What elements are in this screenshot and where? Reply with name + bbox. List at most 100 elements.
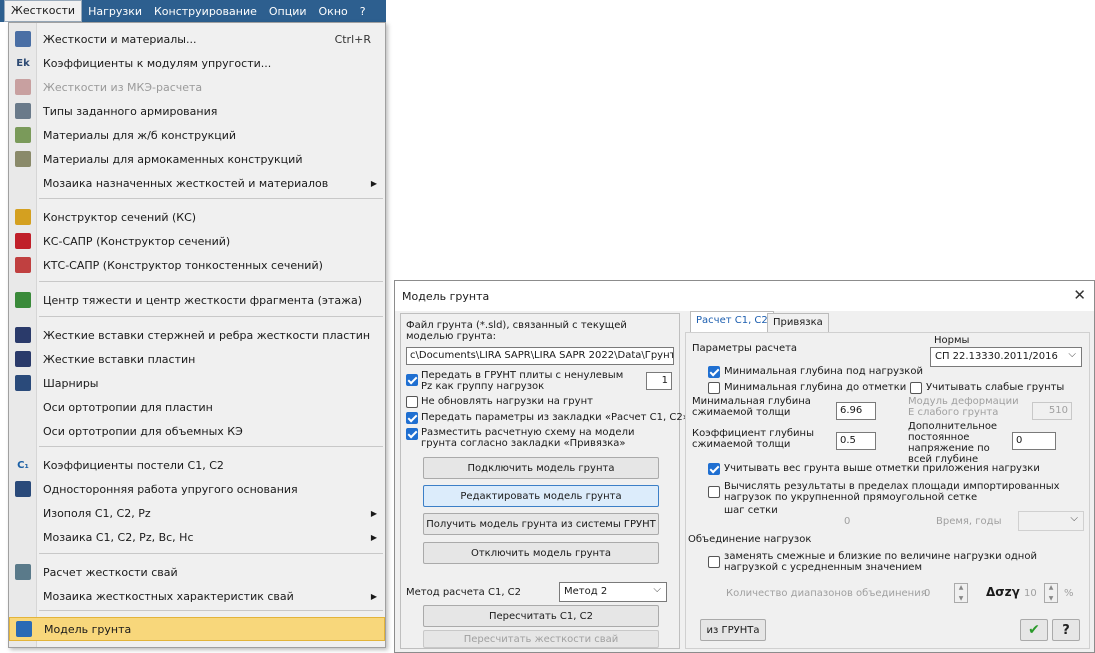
params-checkbox[interactable]: [406, 412, 418, 424]
left-panel: Файл грунта (*.sld), связанный с текущей…: [400, 313, 689, 649]
menu-loads[interactable]: Нагрузки: [82, 3, 148, 20]
menu-separator: [39, 316, 383, 317]
menu-item[interactable]: Жесткости из МКЭ-расчета: [9, 75, 385, 99]
down-icon: ▼: [958, 595, 964, 602]
icon-glyph: [15, 233, 31, 249]
menu-item[interactable]: Ek Коэффициенты к модулям упругости...: [9, 51, 385, 75]
icon-glyph: [15, 79, 31, 95]
min-depth-load-checkbox[interactable]: [708, 366, 720, 378]
norms-select[interactable]: СП 22.13330.2011/2016 ⌵: [930, 347, 1082, 367]
file-path-field[interactable]: c\Documents\LIRA SAPR\LIRA SAPR 2022\Dat…: [406, 347, 674, 365]
tab-binding[interactable]: Привязка: [767, 313, 829, 333]
extra-stress-field[interactable]: 0: [1012, 432, 1056, 450]
calc-params-label: Параметры расчета: [692, 343, 798, 354]
from-grunt-button[interactable]: из ГРУНТа: [700, 619, 766, 641]
depth-coef-field[interactable]: 0.5: [836, 432, 876, 450]
menu-item-label: Конструктор сечений (КС): [43, 210, 197, 224]
depth-coef-label: Коэффициент глубины сжимаемой толщи: [692, 428, 814, 450]
pile-stiffness-icon: [9, 564, 37, 580]
icon-glyph: [15, 257, 31, 273]
recalc-button[interactable]: Пересчитать С1, С2: [423, 605, 659, 627]
sigma-spinner[interactable]: ▲ ▼: [1044, 583, 1058, 603]
compute-area-checkbox[interactable]: [708, 486, 720, 498]
min-depth-load-label: Минимальная глубина под нагрузкой: [724, 366, 923, 377]
get-model-button[interactable]: Получить модель грунта из системы ГРУНТ: [423, 513, 659, 535]
transfer-group-field[interactable]: 1: [646, 372, 672, 390]
chevron-down-icon: ⌵: [1068, 349, 1076, 360]
down-icon: ▼: [1048, 595, 1054, 602]
menu-item[interactable]: Центр тяжести и центр жесткости фрагмент…: [9, 288, 385, 312]
min-depth-mark-checkbox[interactable]: [708, 382, 720, 394]
rigid-insert-plate-icon: [9, 351, 37, 367]
menu-item[interactable]: Шарниры: [9, 371, 385, 395]
menu-item[interactable]: Мозаика С1, С2, Pz, Bc, Hc ▶: [9, 525, 385, 549]
menu-item-label: Оси ортотропии для пластин: [43, 400, 213, 414]
menu-item[interactable]: Мозаика назначенных жесткостей и материа…: [9, 171, 385, 195]
file-label: Файл грунта (*.sld), связанный с текущей…: [406, 320, 627, 342]
menu-stiffness[interactable]: Жесткости: [4, 0, 83, 22]
menu-item[interactable]: Жесткие вставки пластин: [9, 347, 385, 371]
replace-checkbox[interactable]: [708, 556, 720, 568]
menu-window[interactable]: Окно: [313, 3, 354, 20]
ek-icon: Ek: [16, 57, 30, 69]
connect-button[interactable]: Подключить модель грунта: [423, 457, 659, 479]
recalc-piles-button[interactable]: Пересчитать жесткости свай: [423, 630, 659, 648]
disconnect-button[interactable]: Отключить модель грунта: [423, 542, 659, 564]
icon-glyph: [15, 292, 31, 308]
menu-item[interactable]: Модель грунта: [9, 617, 385, 641]
menu-item[interactable]: Жесткие вставки стержней и ребра жесткос…: [9, 323, 385, 347]
ranges-spinner[interactable]: ▲ ▼: [954, 583, 968, 603]
menu-item[interactable]: Материалы для ж/б конструкций: [9, 123, 385, 147]
menu-item[interactable]: КТС-САПР (Конструктор тонкостенных сечен…: [9, 253, 385, 277]
method-label: Метод расчета С1, С2: [406, 587, 522, 598]
menu-item-shortcut: Ctrl+R: [334, 32, 371, 46]
menu-item[interactable]: Типы заданного армирования: [9, 99, 385, 123]
ok-button[interactable]: ✔: [1020, 619, 1048, 641]
menu-item-label: Материалы для ж/б конструкций: [43, 128, 237, 142]
close-icon[interactable]: ✕: [1073, 286, 1086, 304]
menu-item[interactable]: Изополя С1, С2, Pz ▶: [9, 501, 385, 525]
edit-button[interactable]: Редактировать модель грунта: [423, 485, 659, 507]
menu-item[interactable]: Конструктор сечений (КС): [9, 205, 385, 229]
transfer-checkbox[interactable]: [406, 374, 418, 386]
menu-options[interactable]: Опции: [263, 3, 313, 20]
icon-glyph: [15, 351, 31, 367]
sigma-value: 10: [1024, 588, 1037, 599]
submenu-arrow-icon: ▶: [370, 178, 377, 188]
sigma-unit: %: [1064, 588, 1074, 599]
merge-title: Объединение нагрузок: [688, 534, 812, 545]
menu-item[interactable]: Оси ортотропии для пластин: [9, 395, 385, 419]
method-select[interactable]: Метод 2 ⌵: [559, 582, 667, 602]
bedding-coef-icon: C₁: [17, 459, 29, 471]
menu-design[interactable]: Конструирование: [148, 3, 263, 20]
menu-item-label: Жесткости и материалы...: [43, 32, 197, 46]
menu-item[interactable]: КС-САПР (Конструктор сечений): [9, 229, 385, 253]
submenu-arrow-icon: ▶: [370, 532, 377, 542]
noupdate-checkbox[interactable]: [406, 396, 418, 408]
menu-item[interactable]: Материалы для армокаменных конструкций: [9, 147, 385, 171]
menu-item-label: Типы заданного армирования: [43, 104, 218, 118]
menu-item[interactable]: C₁ Коэффициенты постели С1, С2: [9, 453, 385, 477]
menu-item[interactable]: Жесткости и материалы... Ctrl+R: [9, 27, 385, 51]
extra-stress-label: Дополнительное постоянное напряжение по …: [908, 421, 998, 465]
menu-item-label: Расчет жесткости свай: [43, 565, 178, 579]
soil-model-dialog: Модель грунта ✕ Файл грунта (*.sld), свя…: [394, 280, 1095, 653]
modulus-field[interactable]: 510: [1032, 402, 1072, 420]
min-depth-field[interactable]: 6.96: [836, 402, 876, 420]
soil-weight-checkbox[interactable]: [708, 463, 720, 475]
menu-help[interactable]: ?: [354, 3, 372, 20]
time-select[interactable]: ⌵: [1018, 511, 1084, 531]
menu-item-label: Оси ортотропии для объемных КЭ: [43, 424, 243, 438]
weak-soils-checkbox[interactable]: [910, 382, 922, 394]
min-depth-mark-label: Минимальная глубина до отметки: [724, 382, 907, 393]
tab-calc[interactable]: Расчет С1, С2: [690, 311, 774, 333]
menu-item[interactable]: Односторонняя работа упругого основания: [9, 477, 385, 501]
menu-item[interactable]: Мозаика жесткостных характеристик свай ▶: [9, 584, 385, 608]
menu-item-label: Мозаика С1, С2, Pz, Bc, Hc: [43, 530, 194, 544]
menu-item[interactable]: Расчет жесткости свай: [9, 560, 385, 584]
icon-glyph: [15, 481, 31, 497]
help-button[interactable]: ?: [1052, 619, 1080, 641]
menu-item[interactable]: Оси ортотропии для объемных КЭ: [9, 419, 385, 443]
place-checkbox[interactable]: [406, 428, 418, 440]
icon-glyph: [15, 127, 31, 143]
